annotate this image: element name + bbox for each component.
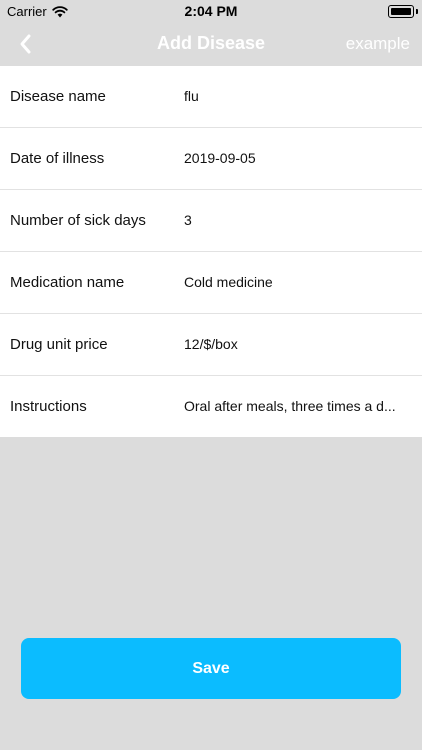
battery-icon <box>388 5 414 18</box>
status-time: 2:04 PM <box>184 3 238 19</box>
date-of-illness-label: Date of illness <box>10 150 105 167</box>
sick-days-label: Number of sick days <box>10 212 146 229</box>
form-row-instructions[interactable]: Instructions Oral after meals, three tim… <box>0 376 422 437</box>
form-row-sick-days[interactable]: Number of sick days 3 <box>0 190 422 252</box>
form-row-medication-name[interactable]: Medication name Cold medicine <box>0 252 422 314</box>
form-row-drug-unit-price[interactable]: Drug unit price 12/$/box <box>0 314 422 376</box>
disease-form: Disease name flu Date of illness 2019-09… <box>0 66 422 437</box>
battery-cap <box>416 9 418 14</box>
form-row-disease-name[interactable]: Disease name flu <box>0 66 422 128</box>
example-button[interactable]: example <box>346 34 410 54</box>
medication-name-field[interactable]: Cold medicine <box>184 252 408 313</box>
navigation-bar: Add Disease example <box>0 22 422 66</box>
date-of-illness-field[interactable]: 2019-09-05 <box>184 128 408 189</box>
status-bar: Carrier 2:04 PM <box>0 0 422 22</box>
instructions-label: Instructions <box>10 398 87 415</box>
save-button[interactable]: Save <box>21 638 401 699</box>
form-row-date-of-illness[interactable]: Date of illness 2019-09-05 <box>0 128 422 190</box>
disease-name-label: Disease name <box>10 88 106 105</box>
disease-name-field[interactable]: flu <box>184 66 408 127</box>
drug-unit-price-field[interactable]: 12/$/box <box>184 314 408 375</box>
instructions-field[interactable]: Oral after meals, three times a d... <box>184 376 408 437</box>
drug-unit-price-label: Drug unit price <box>10 336 108 353</box>
medication-name-label: Medication name <box>10 274 125 291</box>
sick-days-field[interactable]: 3 <box>184 190 408 251</box>
